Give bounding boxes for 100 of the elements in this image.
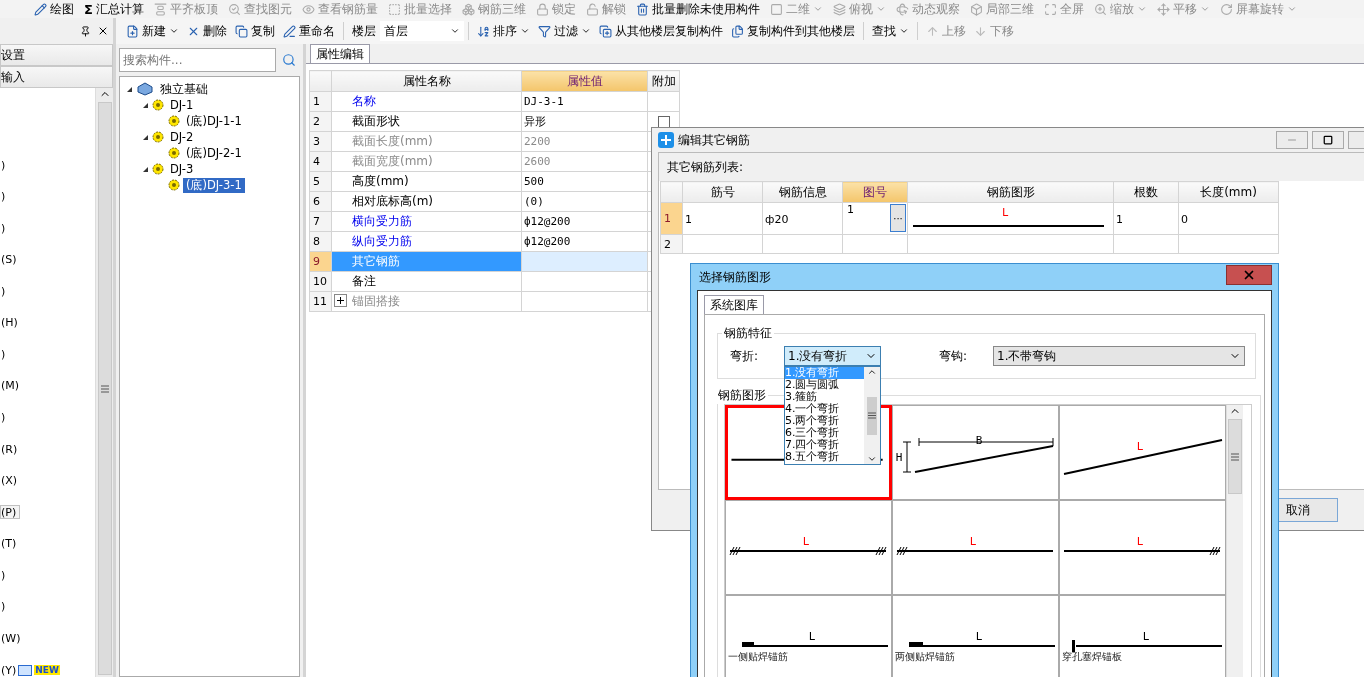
shape-cell[interactable]: L (1059, 405, 1226, 500)
scrollbar[interactable] (95, 88, 113, 677)
pin-icon[interactable] (80, 25, 91, 37)
toolbar-button[interactable]: 批量删除未使用构件 (631, 0, 764, 18)
scrollbar[interactable] (864, 367, 880, 464)
menu-item[interactable]: ) (0, 284, 10, 299)
column-header[interactable]: 筋号 (682, 181, 763, 203)
toolbar-button[interactable]: 排序 (473, 22, 534, 40)
caret-icon (520, 26, 530, 36)
shape-cell[interactable]: L (892, 500, 1059, 595)
grid-icon (18, 664, 33, 676)
shape-cell[interactable]: B H (892, 405, 1059, 500)
toolbar-button[interactable]: 重命名 (279, 22, 339, 40)
dropdown[interactable]: 1.不带弯钩 (993, 346, 1245, 366)
tree-item[interactable]: DJ-1 (167, 98, 197, 112)
collapse-icon[interactable] (126, 86, 133, 93)
column-header[interactable]: 长度(mm) (1178, 181, 1279, 203)
table-cell-text: 1 (846, 203, 854, 218)
search-field[interactable]: 搜索构件... (119, 48, 276, 72)
collapse-icon[interactable] (142, 166, 149, 173)
close-button[interactable] (1226, 265, 1272, 285)
copy-icon (235, 24, 248, 38)
menu-item[interactable]: ) (0, 221, 10, 236)
scroll-down-icon[interactable] (867, 454, 877, 464)
shape-cell[interactable]: L (1059, 500, 1226, 595)
tab[interactable]: 系统图库 (704, 295, 764, 314)
gear-icon (168, 179, 180, 191)
toolbar-button[interactable]: Σ 汇总计算 (80, 0, 148, 18)
row-number: 6 (309, 191, 332, 212)
menu-item[interactable]: (R) (0, 442, 22, 457)
toolbar-button[interactable]: 绘图 (30, 0, 78, 18)
menu-item[interactable]: (M) (0, 378, 24, 393)
gear-icon (168, 147, 180, 159)
toolbar-button[interactable]: 删除 (183, 22, 231, 40)
shape-caption: 穿孔塞焊锚板 (1062, 651, 1122, 662)
toolbar-button[interactable]: 过滤 (534, 22, 595, 40)
toolbar-button[interactable]: 新建 (122, 22, 183, 40)
close-icon[interactable] (97, 25, 109, 37)
column-header[interactable]: 附加 (647, 70, 680, 92)
tab[interactable]: 属性编辑 (310, 44, 370, 63)
collapse-icon[interactable] (142, 134, 149, 141)
menu-item[interactable]: (W) (0, 631, 25, 646)
tree-item[interactable]: DJ-2 (167, 130, 197, 144)
menu-item[interactable]: (T) (0, 536, 21, 551)
column-header[interactable]: 属性名称 (331, 70, 522, 92)
panel-section-button[interactable]: 输入 (0, 66, 113, 88)
expand-icon[interactable] (334, 294, 347, 307)
maximize-button[interactable] (1312, 131, 1344, 149)
row-number: 7 (309, 211, 332, 232)
scrollbar[interactable] (1226, 405, 1243, 677)
foundation-icon (136, 82, 154, 96)
toolbar-button[interactable]: 复制构件到其他楼层 (727, 22, 859, 40)
toolbar-button[interactable]: 从其他楼层复制构件 (595, 22, 727, 40)
tree-item[interactable]: 独立基础 (157, 81, 211, 97)
panel-section-button[interactable]: 设置 (0, 44, 113, 66)
column-header[interactable]: 根数 (1113, 181, 1179, 203)
dimension-label: L (808, 630, 816, 643)
column-header[interactable]: 图号 (842, 181, 908, 203)
menu-item[interactable]: ) (0, 158, 10, 172)
scroll-up-icon[interactable] (867, 367, 877, 377)
row-number: 4 (309, 151, 332, 172)
tree-item[interactable]: (底)DJ-2-1 (183, 145, 245, 161)
toolbar-button[interactable]: 查找 (868, 22, 913, 40)
column-header[interactable]: 属性值 (521, 70, 648, 92)
shape-cell[interactable]: L 一侧贴焊锚筋 (725, 595, 892, 677)
column-header[interactable]: 钢筋信息 (762, 181, 843, 203)
dialog-title: 选择钢筋图形 (699, 268, 771, 286)
dropdown[interactable]: 1.没有弯折 (784, 346, 881, 366)
shape-cell[interactable]: L 穿孔塞焊锚板 (1059, 595, 1226, 677)
floor-select[interactable]: 首层 (380, 21, 464, 41)
square-icon (769, 2, 783, 16)
menu-item[interactable]: ) (0, 347, 10, 362)
menu-item[interactable]: (Y) NEW (0, 663, 64, 677)
menu-item[interactable]: ) (0, 568, 10, 583)
menu-item[interactable]: (S) (0, 252, 21, 267)
tree-item[interactable]: DJ-3 (167, 162, 197, 176)
toolbar-button[interactable]: 复制 (231, 22, 279, 40)
browse-button[interactable]: ··· (890, 204, 906, 232)
menu-item[interactable]: ) (0, 189, 10, 204)
dimension-label: L (969, 535, 977, 548)
dialog-title: 编辑其它钢筋 (678, 131, 751, 149)
checkbox[interactable] (657, 115, 670, 128)
column-header[interactable]: 钢筋图形 (907, 181, 1114, 203)
copy-floor-icon (599, 24, 612, 38)
row-number: 3 (309, 131, 332, 152)
menu-item[interactable]: ) (0, 599, 10, 614)
tree-item[interactable]: (底)DJ-1-1 (183, 113, 245, 129)
shape-cell[interactable]: L (725, 500, 892, 595)
shape-cell[interactable]: L 两侧贴焊锚筋 (892, 595, 1059, 677)
collapse-icon[interactable] (142, 102, 149, 109)
tree-item[interactable]: (底)DJ-3-1 (183, 177, 245, 193)
caret-icon (875, 4, 886, 14)
menu-item[interactable]: ) (0, 410, 10, 425)
menu-item[interactable]: (X) (0, 473, 22, 488)
dimension-label: L (1142, 630, 1150, 643)
menu-item[interactable]: (H) (0, 315, 22, 330)
menu-item[interactable]: (P) (0, 505, 21, 520)
copy-floor-icon (731, 24, 744, 38)
grip-icon (1231, 452, 1239, 461)
caret-icon (581, 26, 591, 36)
